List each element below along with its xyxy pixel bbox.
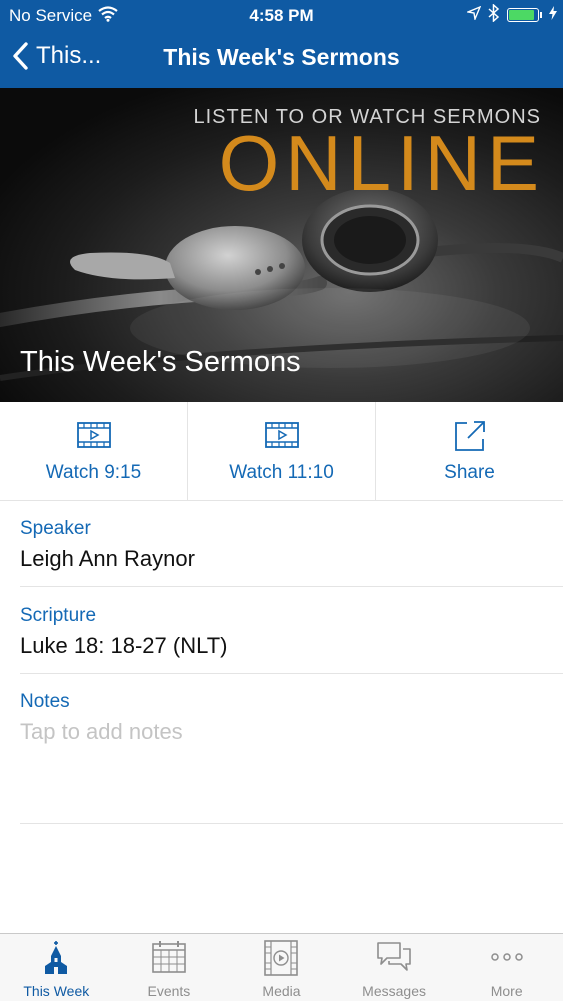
tab-more[interactable]: More <box>450 934 563 1001</box>
charging-icon <box>549 5 557 25</box>
tab-events[interactable]: Events <box>113 934 226 1001</box>
hero-banner: LISTEN TO OR WATCH SERMONS ONLINE This W… <box>0 88 563 402</box>
action-row: Watch 9:15 Watch 11:10 Share <box>0 402 563 501</box>
share-label: Share <box>444 462 495 483</box>
video-icon <box>264 422 299 448</box>
media-icon <box>264 940 299 976</box>
scripture-label: Scripture <box>20 605 97 626</box>
notes-row: Notes Tap to add notes <box>20 673 563 824</box>
notes-label: Notes <box>20 691 70 712</box>
watch-915-label: Watch 9:15 <box>45 462 142 483</box>
navigation-bar: This... This Week's Sermons <box>0 30 563 88</box>
page-title: This Week's Sermons <box>163 44 400 70</box>
tab-media-label: Media <box>262 983 301 999</box>
tab-bar: This Week Events Media Messages More <box>0 933 563 1001</box>
scripture-value[interactable]: Luke 18: 18-27 (NLT) <box>20 633 563 659</box>
tab-events-label: Events <box>147 983 191 999</box>
calendar-icon <box>152 941 186 973</box>
status-right-group <box>465 2 557 27</box>
speaker-row: Speaker Leigh Ann Raynor <box>20 500 563 587</box>
tab-this-week[interactable]: This Week <box>0 934 113 1001</box>
tab-messages-label: Messages <box>362 983 426 999</box>
bluetooth-icon <box>488 2 500 27</box>
battery-nub <box>540 12 542 18</box>
notes-input[interactable]: Tap to add notes <box>20 719 563 745</box>
watch-915-button[interactable]: Watch 9:15 <box>0 402 188 500</box>
status-bar: No Service 4:58 PM <box>0 0 563 30</box>
top-bar: No Service 4:58 PM This... This Week's S… <box>0 0 563 88</box>
hero-online-word: ONLINE <box>218 119 545 207</box>
share-icon <box>454 421 485 451</box>
scripture-row: Scripture Luke 18: 18-27 (NLT) <box>20 587 563 674</box>
speaker-label: Speaker <box>20 518 91 539</box>
tab-messages[interactable]: Messages <box>338 934 451 1001</box>
share-button[interactable]: Share <box>376 402 563 500</box>
video-icon <box>76 422 111 448</box>
watch-1110-button[interactable]: Watch 11:10 <box>188 402 376 500</box>
hero-title: This Week's Sermons <box>20 346 301 378</box>
messages-icon <box>377 942 411 971</box>
battery-fill <box>509 10 534 20</box>
tab-media[interactable]: Media <box>225 934 338 1001</box>
more-icon <box>490 953 523 961</box>
speaker-value: Leigh Ann Raynor <box>20 546 195 571</box>
tab-this-week-label: This Week <box>23 983 90 999</box>
church-icon <box>45 941 68 974</box>
battery-icon <box>507 8 539 22</box>
watch-1110-label: Watch 11:10 <box>229 462 334 483</box>
tab-more-label: More <box>490 983 523 999</box>
location-icon <box>465 5 482 25</box>
